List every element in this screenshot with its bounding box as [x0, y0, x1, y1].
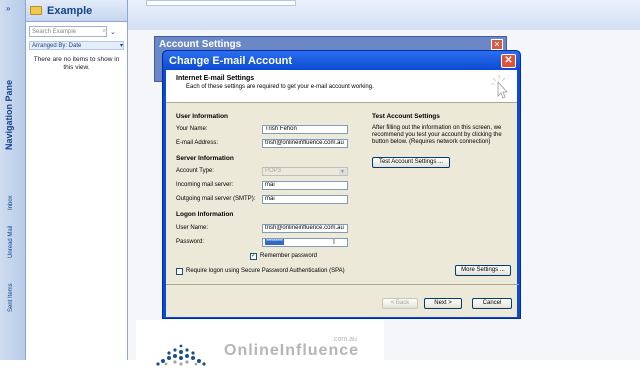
folder-icon	[30, 6, 42, 15]
navigation-pane-label[interactable]: Navigation Pane	[4, 80, 14, 150]
chevron-down-icon[interactable]: ⌄	[110, 28, 116, 36]
brand-logo: OnlineInfluence .com.au	[136, 320, 384, 366]
incoming-server-field[interactable]: mai	[262, 181, 348, 190]
account-type-value: POP3	[265, 168, 282, 174]
search-placeholder: Search Example	[32, 28, 77, 35]
arranged-by-header[interactable]: Arranged By: Date ▾	[29, 41, 124, 50]
account-type-select: POP3 ▼	[262, 167, 348, 176]
reading-toolbar	[128, 0, 640, 30]
chevron-down-icon: ▼	[339, 169, 346, 175]
username-field[interactable]: trish@onlineinfluence.com.au	[262, 224, 348, 233]
server-info-title: Server Information	[176, 155, 234, 162]
dialog-title: Change E-mail Account	[169, 54, 293, 67]
nav-item-inbox[interactable]: Inbox	[8, 195, 14, 210]
cursor-arrow-icon	[491, 75, 508, 99]
logon-info-title: Logon Information	[176, 211, 234, 218]
password-field[interactable]: ********* I	[262, 238, 348, 247]
username-label: User Name:	[176, 225, 209, 231]
remember-password-checkbox[interactable]: ✓	[250, 253, 257, 260]
folder-header: Example	[26, 0, 127, 22]
text-cursor-icon: I	[333, 239, 335, 246]
search-row: Search Example ⌕ ⌄	[29, 26, 124, 37]
empty-message: There are no items to show in this view.	[33, 56, 120, 71]
next-button[interactable]: Next >	[424, 298, 462, 309]
nav-item-unread-mail[interactable]: Unread Mail	[8, 226, 14, 258]
account-type-label: Account Type:	[176, 168, 214, 174]
dialog-titlebar: Change E-mail Account ✕	[163, 51, 520, 70]
brand-domain: .com.au	[332, 336, 357, 343]
spa-label: Require logon using Secure Password Auth…	[186, 268, 345, 274]
dialog-header: Internet E-mail Settings Each of these s…	[166, 70, 517, 103]
test-settings-title: Test Account Settings	[372, 113, 440, 120]
back-button[interactable]: < Back	[382, 298, 418, 309]
search-icon[interactable]: ⌕	[103, 28, 106, 35]
toolbar-field[interactable]	[146, 0, 296, 6]
more-settings-button[interactable]: More Settings ...	[455, 265, 511, 276]
password-label: Password:	[176, 239, 205, 245]
dialog-body: Internet E-mail Settings Each of these s…	[166, 70, 519, 317]
search-input[interactable]: Search Example ⌕	[29, 26, 107, 37]
sort-arrow-icon[interactable]: ▾	[120, 42, 123, 49]
arranged-by-label: Arranged By: Date	[32, 42, 82, 49]
nav-item-sent-items[interactable]: Sent Items	[8, 283, 14, 312]
email-label: E-mail Address:	[176, 140, 219, 146]
spa-checkbox[interactable]	[176, 268, 183, 275]
account-settings-title: Account Settings	[159, 39, 242, 50]
outgoing-server-label: Outgoing mail server (SMTP):	[176, 196, 256, 202]
your-name-label: Your Name:	[176, 126, 208, 132]
folder-pane: Example Search Example ⌕ ⌄ Arranged By: …	[26, 0, 128, 360]
footer-divider	[166, 284, 519, 285]
expand-icon[interactable]: »	[6, 4, 20, 14]
cancel-button[interactable]: Cancel	[472, 298, 512, 309]
header-subtitle: Each of these settings are required to g…	[186, 84, 374, 90]
brand-name: OnlineInfluence	[224, 342, 360, 359]
your-name-field[interactable]: Trish Fehon	[262, 125, 348, 134]
globe-logo-icon	[156, 344, 206, 366]
user-info-title: User Information	[176, 113, 229, 120]
folder-title: Example	[47, 4, 93, 17]
header-title: Internet E-mail Settings	[176, 75, 255, 82]
close-icon[interactable]: ✕	[501, 53, 516, 68]
outgoing-server-field[interactable]: mai	[262, 195, 348, 204]
test-account-settings-button[interactable]: Test Account Settings ...	[372, 157, 450, 168]
incoming-server-label: Incoming mail server:	[176, 182, 234, 188]
navigation-strip: » Navigation Pane Inbox Unread Mail Sent…	[0, 0, 26, 360]
password-value: *********	[265, 239, 284, 245]
email-field[interactable]: trish@onlineinfluence.com.au	[262, 139, 348, 148]
remember-password-label: Remember password	[260, 253, 318, 259]
close-icon[interactable]: ✕	[491, 39, 503, 50]
change-email-dialog: Change E-mail Account ✕ Internet E-mail …	[162, 50, 521, 319]
test-settings-description: After filling out the information on thi…	[372, 125, 502, 145]
